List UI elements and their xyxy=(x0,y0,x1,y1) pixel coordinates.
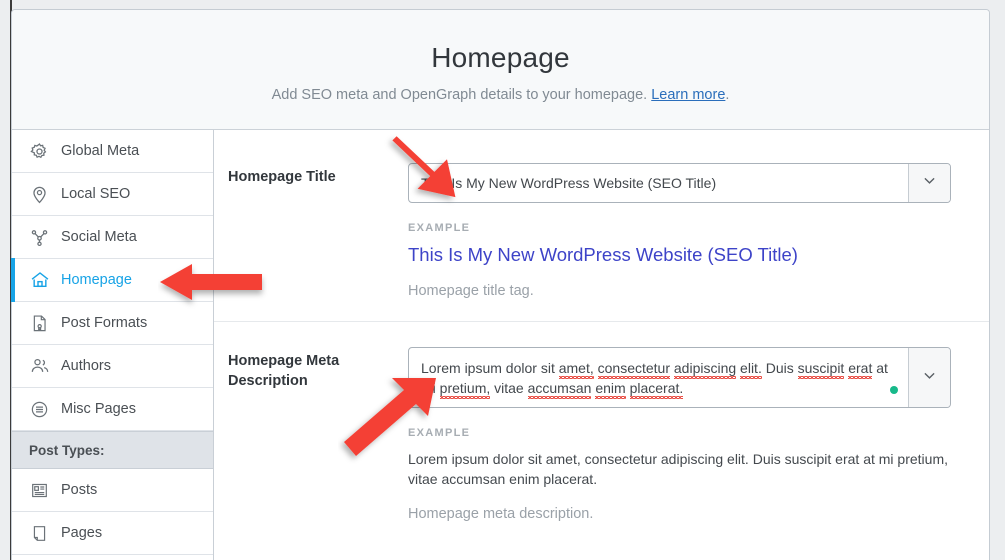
page-subtitle-text: Add SEO meta and OpenGraph details to yo… xyxy=(271,87,652,103)
sidebar-item-label: Misc Pages xyxy=(61,401,136,417)
sidebar-item-homepage[interactable]: Homepage xyxy=(11,258,213,302)
homepage-title-example-value: This Is My New WordPress Website (SEO Ti… xyxy=(408,244,798,265)
homepage-description-input-wrap[interactable]: Lorem ipsum dolor sit amet, consectetur … xyxy=(408,347,951,408)
sidebar-item-label: Authors xyxy=(61,358,111,374)
settings-main: Homepage Title This Is My New WordPress … xyxy=(214,130,989,560)
sidebar-item-authors[interactable]: Authors xyxy=(12,345,213,388)
article-icon xyxy=(29,480,50,501)
homepage-description-input[interactable]: Lorem ipsum dolor sit amet, consectetur … xyxy=(409,348,908,407)
homepage-description-example-value: Lorem ipsum dolor sit amet, consectetur … xyxy=(408,451,948,487)
list-circle-icon xyxy=(29,399,50,420)
homepage-title-input-wrap[interactable]: This Is My New WordPress Website (SEO Ti… xyxy=(408,163,951,203)
card-header: Homepage Add SEO meta and OpenGraph deta… xyxy=(12,10,989,130)
window-left-edge-inner xyxy=(0,0,10,560)
homepage-description-field-group: Lorem ipsum dolor sit amet, consectetur … xyxy=(408,347,959,522)
sidebar-item-label: Pages xyxy=(61,525,103,541)
status-dot xyxy=(890,386,898,394)
sidebar-item-label: Post Formats xyxy=(61,315,148,331)
page-icon xyxy=(29,523,50,544)
screenshot-root: Homepage Add SEO meta and OpenGraph deta… xyxy=(0,0,1005,560)
map-pin-icon xyxy=(29,184,50,205)
sidebar-section-post-types: Post Types: xyxy=(12,431,213,469)
settings-sidebar: Global Meta Local SEO Social Meta Homepa… xyxy=(11,130,214,560)
homepage-description-row: Homepage Meta Description Lorem ipsum do… xyxy=(214,321,989,522)
document-icon xyxy=(29,313,50,334)
homepage-description-help: Homepage meta description. xyxy=(408,506,594,522)
settings-card: Homepage Add SEO meta and OpenGraph deta… xyxy=(11,9,990,560)
homepage-title-field-group: This Is My New WordPress Website (SEO Ti… xyxy=(408,163,959,299)
sidebar-item-label: Global Meta xyxy=(61,143,140,159)
sidebar-item-global-meta[interactable]: Global Meta xyxy=(12,130,213,173)
homepage-title-dropdown-button[interactable] xyxy=(908,164,950,202)
gear-icon xyxy=(29,141,50,162)
chevron-down-icon xyxy=(921,172,938,194)
homepage-title-input[interactable]: This Is My New WordPress Website (SEO Ti… xyxy=(409,164,908,202)
sidebar-item-misc-pages[interactable]: Misc Pages xyxy=(12,388,213,431)
homepage-title-example-label: EXAMPLE xyxy=(408,222,471,234)
homepage-title-help: Homepage title tag. xyxy=(408,283,534,299)
window-right-edge xyxy=(990,0,1005,560)
sidebar-item-post-formats[interactable]: Post Formats xyxy=(12,302,213,345)
home-icon xyxy=(29,270,50,291)
description-line-2: mi pretium, vitae accumsan enim placerat… xyxy=(421,380,684,396)
page-title: Homepage xyxy=(431,42,570,73)
learn-more-link[interactable]: Learn more xyxy=(651,87,725,103)
sidebar-item-label: Posts xyxy=(61,482,98,498)
homepage-description-example-label: EXAMPLE xyxy=(408,427,471,439)
share-icon xyxy=(29,227,50,248)
sidebar-item-label: Social Meta xyxy=(61,229,137,245)
sidebar-item-label: Homepage xyxy=(61,272,132,288)
homepage-description-label: Homepage Meta Description xyxy=(228,353,340,389)
sidebar-item-local-seo[interactable]: Local SEO xyxy=(12,173,213,216)
page-subtitle-suffix: . xyxy=(725,87,730,103)
chevron-down-icon xyxy=(921,367,938,389)
homepage-description-dropdown-button[interactable] xyxy=(908,348,950,407)
description-line-1: Lorem ipsum dolor sit amet, consectetur … xyxy=(421,360,888,376)
sidebar-section-label: Post Types: xyxy=(29,442,105,458)
sidebar-item-pages[interactable]: Pages xyxy=(12,512,213,555)
people-icon xyxy=(29,356,50,377)
homepage-title-row: Homepage Title This Is My New WordPress … xyxy=(214,130,989,299)
sidebar-item-posts[interactable]: Posts xyxy=(12,469,213,512)
sidebar-item-label: Local SEO xyxy=(61,186,131,202)
page-subtitle: Add SEO meta and OpenGraph details to yo… xyxy=(12,87,989,103)
sidebar-item-social-meta[interactable]: Social Meta xyxy=(12,216,213,259)
card-body: Global Meta Local SEO Social Meta Homepa… xyxy=(11,130,989,560)
homepage-title-label: Homepage Title xyxy=(228,169,336,185)
